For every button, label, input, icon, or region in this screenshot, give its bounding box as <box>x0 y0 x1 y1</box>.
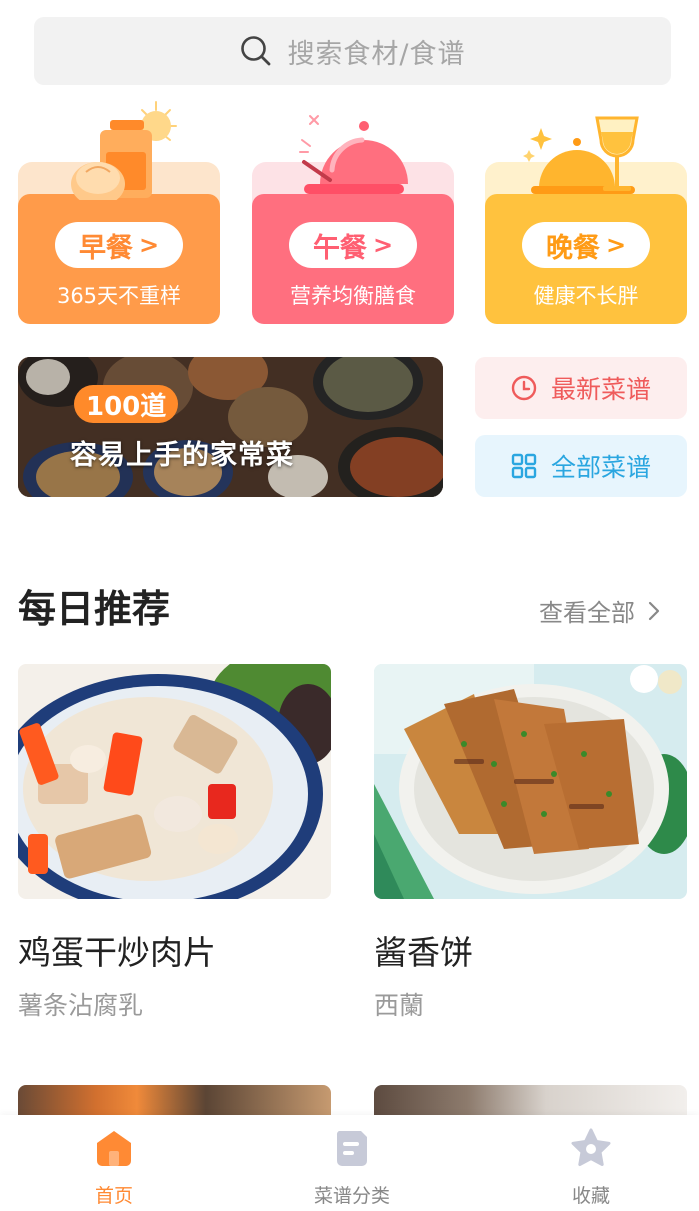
chevron-right-icon: > <box>605 231 627 259</box>
tab-recipe-category-label: 菜谱分类 <box>313 1185 390 1207</box>
recipe-card[interactable]: 酱香饼 西蘭 <box>374 664 687 1020</box>
dinner-button[interactable]: 晚餐 > <box>522 222 650 268</box>
breakfast-subtitle: 365天不重样 <box>56 284 182 308</box>
recipe-card[interactable]: 鸡蛋干炒肉片 薯条沾腐乳 <box>18 664 331 1020</box>
sauce-pancake-photo <box>374 664 687 899</box>
grid-icon <box>511 453 537 479</box>
search-bar[interactable]: 搜索食材/食谱 <box>34 17 671 85</box>
tab-favorites[interactable]: 收藏 <box>521 1127 661 1208</box>
recipe-author: 西蘭 <box>374 991 425 1020</box>
search-placeholder: 搜索食材/食谱 <box>287 38 466 70</box>
breakfast-card[interactable]: 早餐 > 365天不重样 <box>18 100 220 326</box>
tab-home[interactable]: 首页 <box>44 1127 184 1208</box>
dish-count-badge: 100道 <box>74 385 179 423</box>
stir-fry-photo <box>18 664 331 899</box>
recipe-name: 鸡蛋干炒肉片 <box>18 933 216 972</box>
dinner-card[interactable]: 晚餐 > 健康不长胖 <box>485 100 687 326</box>
view-all-link[interactable]: 查看全部 <box>539 593 661 628</box>
dinner-subtitle: 健康不长胖 <box>533 284 639 308</box>
chevron-right-icon: > <box>138 231 160 259</box>
bottom-tab-bar: 首页 菜谱分类 收藏 <box>0 1115 699 1211</box>
latest-recipes-label: 最新菜谱 <box>550 375 651 404</box>
lunch-card[interactable]: 午餐 > 营养均衡膳食 <box>252 100 454 326</box>
daily-recommend-title: 每日推荐 <box>18 587 171 631</box>
latest-recipes-button[interactable]: 最新菜谱 <box>475 357 687 419</box>
dish-wine-illustration <box>523 116 639 194</box>
lunch-subtitle: 营养均衡膳食 <box>290 284 416 308</box>
banner-title: 容易上手的家常菜 <box>70 440 294 471</box>
clock-icon <box>511 375 537 401</box>
all-recipes-label: 全部菜谱 <box>550 453 651 482</box>
recipe-book-icon <box>336 1131 367 1166</box>
recipe-photo <box>18 664 331 899</box>
breakfast-button[interactable]: 早餐 > <box>55 222 183 268</box>
juice-bun-illustration <box>71 101 177 200</box>
all-recipes-button[interactable]: 全部菜谱 <box>475 435 687 497</box>
recipe-photo <box>374 664 687 899</box>
home-style-dishes-banner[interactable]: 100道 容易上手的家常菜 <box>18 357 443 497</box>
search-icon <box>241 36 271 66</box>
lunch-button[interactable]: 午餐 > <box>289 222 417 268</box>
star-icon <box>571 1128 611 1166</box>
chevron-right-icon <box>648 601 660 620</box>
lunch-label: 午餐 <box>312 232 367 264</box>
home-icon <box>97 1131 131 1166</box>
tab-recipe-category[interactable]: 菜谱分类 <box>282 1127 422 1208</box>
recipe-name: 酱香饼 <box>374 933 473 972</box>
tab-home-label: 首页 <box>94 1185 133 1207</box>
view-all-label: 查看全部 <box>539 599 635 627</box>
dinner-label: 晚餐 <box>545 232 600 264</box>
breakfast-label: 早餐 <box>78 232 133 264</box>
banner-food-photo <box>18 357 443 497</box>
recipe-author: 薯条沾腐乳 <box>18 991 144 1020</box>
chevron-right-icon: > <box>372 231 394 259</box>
tab-favorites-label: 收藏 <box>571 1185 610 1207</box>
cloche-illustration <box>299 115 408 194</box>
